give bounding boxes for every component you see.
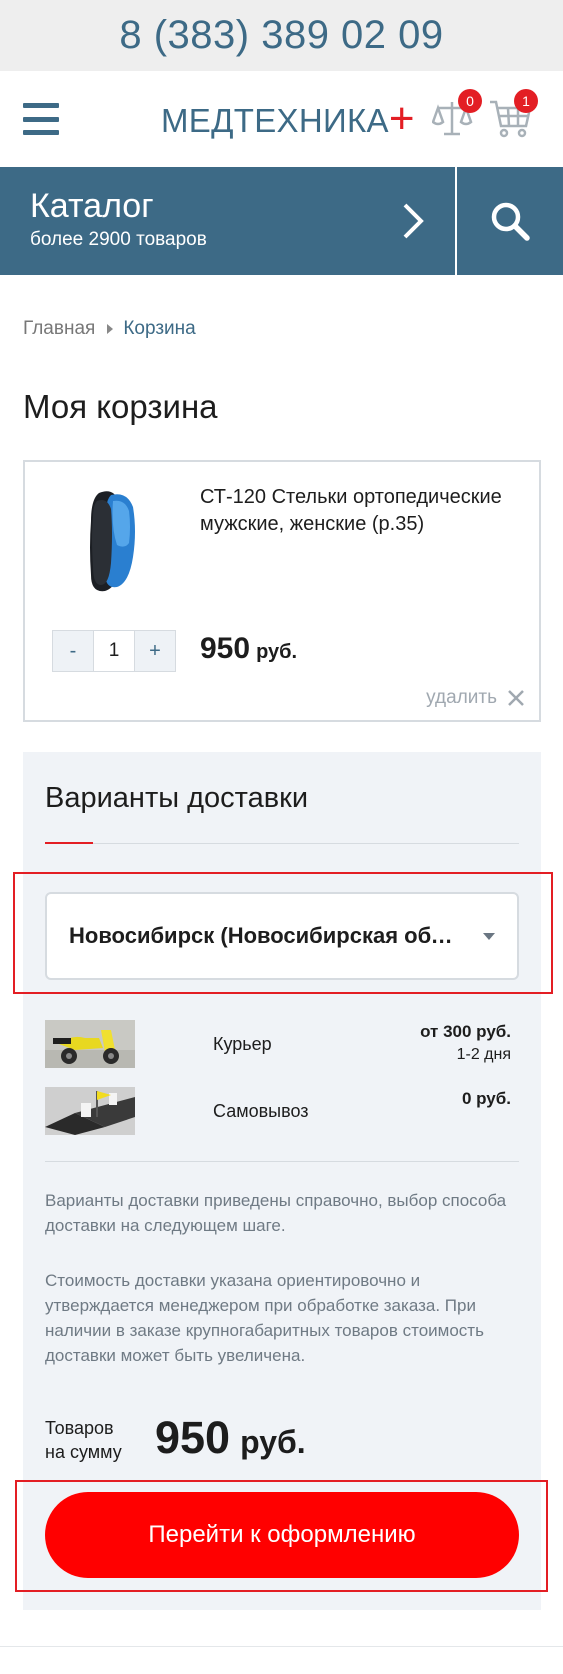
delivery-option-pickup: Самовывоз 0 руб. — [45, 1087, 519, 1137]
delivery-option-price: от 300 руб. — [420, 1022, 511, 1041]
breadcrumb-home[interactable]: Главная — [23, 318, 95, 340]
chevron-right-icon — [403, 203, 424, 239]
courier-scooter-image — [45, 1020, 135, 1068]
compare-scales-icon[interactable]: 0 — [431, 89, 482, 140]
phone-number[interactable]: 8 (383) 389 02 09 — [119, 13, 443, 58]
menu-icon[interactable] — [23, 101, 59, 137]
footer-divider — [0, 1646, 563, 1647]
pickup-flag-image — [45, 1087, 135, 1135]
delivery-title: Варианты доставки — [45, 782, 309, 814]
qty-minus-button[interactable]: - — [53, 631, 93, 671]
total-amount: 950 руб. — [155, 1412, 306, 1464]
remove-label: удалить — [426, 687, 497, 708]
cart-item: СТ-120 Стельки ортопедические мужские, ж… — [23, 460, 541, 722]
close-icon — [508, 690, 524, 706]
logo-text: МЕДТЕХНИКА — [161, 102, 389, 139]
search-button[interactable] — [455, 167, 563, 275]
delivery-option-courier: Курьер от 300 руб. 1-2 дня — [45, 1020, 519, 1070]
city-select-highlight — [13, 872, 553, 994]
breadcrumb-arrow-icon — [107, 324, 114, 334]
delivery-note-reference: Варианты доставки приведены справочно, в… — [45, 1191, 507, 1235]
catalog-subtitle: более 2900 товаров — [30, 229, 207, 250]
page-title: Моя корзина — [23, 388, 218, 425]
site-logo[interactable]: МЕДТЕХНИКА + — [161, 94, 415, 143]
delivery-option-days: 1-2 дня — [456, 1046, 511, 1063]
product-price-currency: руб. — [256, 641, 298, 663]
catalog-bar: Каталог более 2900 товаров — [0, 167, 563, 275]
total-amount-value: 950 — [155, 1412, 231, 1463]
product-price-value: 950 — [200, 632, 251, 665]
delivery-divider — [45, 843, 519, 844]
remove-item-button[interactable]: удалить — [426, 687, 525, 709]
delivery-note-cost: Стоимость доставки указана ориентировочн… — [45, 1271, 484, 1365]
site-header: МЕДТЕХНИКА + 0 1 — [0, 71, 563, 167]
logo-plus: + — [388, 94, 415, 143]
product-image[interactable] — [69, 487, 149, 597]
cart-icon[interactable]: 1 — [488, 89, 538, 140]
breadcrumb: Главная Корзина — [23, 318, 196, 340]
product-name[interactable]: СТ-120 Стельки ортопедические мужские, ж… — [200, 484, 530, 538]
total-amount-currency: руб. — [240, 1424, 306, 1460]
total-label-line1: Товаров — [45, 1418, 114, 1438]
breadcrumb-current[interactable]: Корзина — [123, 318, 195, 340]
delivery-title-accent — [45, 842, 93, 844]
top-phone-bar: 8 (383) 389 02 09 — [0, 0, 563, 71]
delivery-options-divider — [45, 1161, 519, 1162]
catalog-title: Каталог — [30, 187, 154, 225]
search-icon — [491, 202, 530, 241]
checkout-highlight — [15, 1480, 548, 1592]
cart-count-badge: 1 — [514, 89, 538, 113]
catalog-button[interactable]: Каталог более 2900 товаров — [0, 167, 455, 275]
total-label: Товаров на сумму — [45, 1416, 122, 1464]
quantity-stepper: - 1 + — [52, 630, 176, 672]
qty-input[interactable]: 1 — [93, 631, 135, 671]
compare-count-badge: 0 — [458, 89, 482, 113]
delivery-option-name: Самовывоз — [213, 1101, 309, 1121]
delivery-option-name: Курьер — [213, 1034, 272, 1054]
qty-plus-button[interactable]: + — [135, 631, 175, 671]
delivery-option-price: 0 руб. — [461, 1089, 511, 1108]
product-price: 950 руб. — [200, 632, 297, 666]
total-label-line2: на сумму — [45, 1442, 122, 1462]
